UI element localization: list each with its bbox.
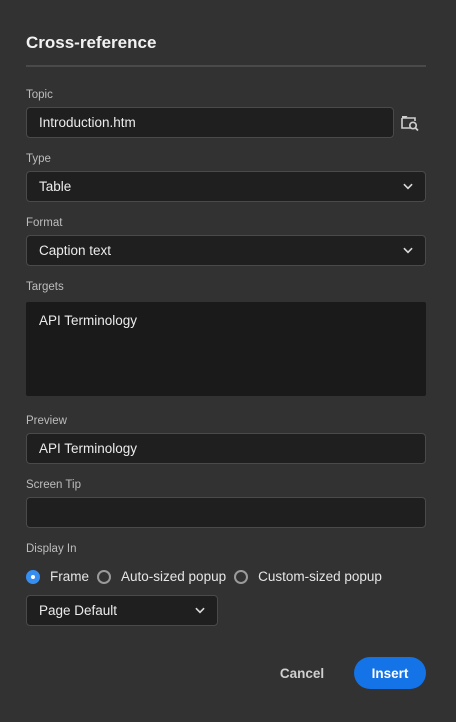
format-select[interactable]: Caption text (26, 235, 426, 266)
type-label: Type (26, 153, 51, 165)
radio-auto-sized-popup-label: Auto-sized popup (121, 569, 227, 584)
radio-custom-sized-popup-label: Custom-sized popup (258, 569, 382, 584)
radio-frame[interactable]: Frame (26, 569, 89, 584)
radio-unchecked-icon (97, 569, 112, 584)
screen-tip-label: Screen Tip (26, 479, 81, 491)
list-item[interactable]: API Terminology (39, 313, 413, 328)
display-in-label: Display In (26, 543, 77, 555)
type-select[interactable]: Table (26, 171, 426, 202)
screen-tip-input[interactable] (26, 497, 426, 528)
frame-select[interactable]: Page Default (26, 595, 218, 626)
preview-label: Preview (26, 415, 67, 427)
display-in-radio-group: Frame Auto-sized popup Custom-sized popu… (26, 569, 390, 584)
cancel-button[interactable]: Cancel (270, 658, 334, 688)
preview-value: API Terminology (39, 441, 138, 456)
radio-frame-label: Frame (50, 569, 90, 584)
chevron-down-icon (403, 182, 413, 192)
insert-button[interactable]: Insert (354, 657, 426, 689)
topic-input-value: Introduction.htm (39, 115, 136, 130)
chevron-down-icon (195, 606, 205, 616)
type-select-value: Table (39, 179, 72, 194)
format-select-value: Caption text (39, 243, 112, 258)
dialog-title: Cross-reference (26, 33, 157, 52)
chevron-down-icon (403, 246, 413, 256)
targets-list[interactable]: API Terminology (26, 302, 426, 396)
targets-label: Targets (26, 281, 64, 293)
radio-unchecked-icon (234, 569, 249, 584)
browse-folder-search-icon[interactable] (400, 113, 420, 133)
cross-reference-dialog: Cross-reference Topic Introduction.htm T… (0, 0, 456, 722)
frame-select-value: Page Default (39, 603, 118, 618)
format-label: Format (26, 217, 63, 229)
topic-label: Topic (26, 89, 53, 101)
radio-checked-icon (26, 569, 40, 584)
radio-auto-sized-popup[interactable]: Auto-sized popup (97, 569, 226, 584)
preview-field[interactable]: API Terminology (26, 433, 426, 464)
topic-input[interactable]: Introduction.htm (26, 107, 394, 138)
radio-custom-sized-popup[interactable]: Custom-sized popup (234, 569, 382, 584)
title-divider (26, 65, 426, 67)
